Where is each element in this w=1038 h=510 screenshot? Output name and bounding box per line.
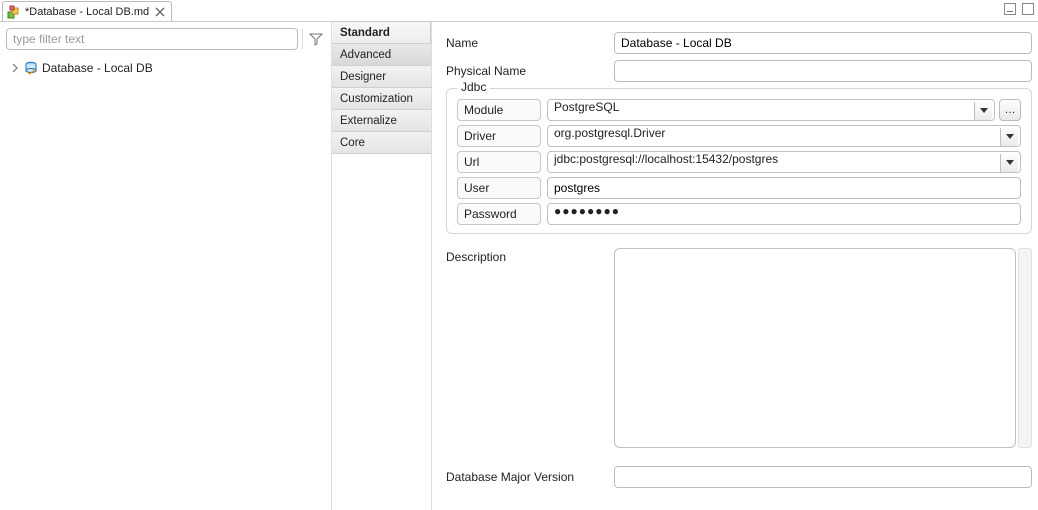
db-major-field[interactable] bbox=[614, 466, 1032, 488]
form-panel: Name Physical Name Jdbc Module PostgreSQ… bbox=[432, 22, 1038, 510]
database-file-icon bbox=[7, 5, 21, 19]
physical-name-field[interactable] bbox=[614, 60, 1032, 82]
password-value: ●●●●●●●● bbox=[554, 204, 620, 218]
minimize-icon[interactable] bbox=[1004, 3, 1016, 15]
db-major-label: Database Major Version bbox=[446, 470, 614, 484]
description-field[interactable] bbox=[614, 248, 1016, 448]
name-field[interactable] bbox=[614, 32, 1032, 54]
description-label: Description bbox=[446, 248, 614, 264]
module-value: PostgreSQL bbox=[554, 100, 619, 114]
driver-value: org.postgresql.Driver bbox=[554, 126, 665, 140]
jdbc-group: Jdbc Module PostgreSQL … Driver bbox=[446, 88, 1032, 234]
editor-tab[interactable]: *Database - Local DB.md bbox=[2, 1, 172, 21]
editor-tabbar: *Database - Local DB.md bbox=[0, 0, 1038, 22]
prop-tab-advanced[interactable]: Advanced bbox=[332, 44, 431, 66]
physical-name-label: Physical Name bbox=[446, 64, 614, 78]
user-label: User bbox=[457, 177, 541, 199]
tree-panel: Database - Local DB bbox=[0, 22, 332, 510]
driver-combo[interactable]: org.postgresql.Driver bbox=[547, 125, 1021, 147]
window-controls bbox=[1004, 3, 1034, 15]
close-tab-icon[interactable] bbox=[155, 7, 165, 17]
tree-root-item[interactable]: Database - Local DB bbox=[6, 58, 331, 78]
tree-root-label: Database - Local DB bbox=[42, 61, 153, 75]
driver-label: Driver bbox=[457, 125, 541, 147]
password-field[interactable]: ●●●●●●●● bbox=[547, 203, 1021, 225]
filter-icon[interactable] bbox=[307, 30, 325, 48]
chevron-down-icon[interactable] bbox=[974, 102, 992, 120]
name-label: Name bbox=[446, 36, 614, 50]
chevron-down-icon[interactable] bbox=[1000, 154, 1018, 172]
url-value: jdbc:postgresql://localhost:15432/postgr… bbox=[554, 152, 778, 166]
password-label: Password bbox=[457, 203, 541, 225]
prop-tab-designer[interactable]: Designer bbox=[332, 66, 431, 88]
filter-input[interactable] bbox=[6, 28, 298, 50]
separator bbox=[302, 29, 303, 49]
url-combo[interactable]: jdbc:postgresql://localhost:15432/postgr… bbox=[547, 151, 1021, 173]
description-scrollbar[interactable] bbox=[1018, 248, 1032, 448]
database-icon bbox=[24, 61, 38, 75]
module-label: Module bbox=[457, 99, 541, 121]
chevron-right-icon[interactable] bbox=[10, 63, 20, 73]
module-combo[interactable]: PostgreSQL bbox=[547, 99, 995, 121]
maximize-icon[interactable] bbox=[1022, 3, 1034, 15]
user-field[interactable] bbox=[547, 177, 1021, 199]
prop-header[interactable]: Standard bbox=[332, 22, 431, 44]
property-tabs: Standard Advanced Designer Customization… bbox=[332, 22, 432, 510]
browse-module-button[interactable]: … bbox=[999, 99, 1021, 121]
chevron-down-icon[interactable] bbox=[1000, 128, 1018, 146]
editor-tab-title: *Database - Local DB.md bbox=[25, 6, 149, 18]
jdbc-group-label: Jdbc bbox=[457, 80, 490, 94]
prop-tab-core[interactable]: Core bbox=[332, 132, 431, 154]
url-label: Url bbox=[457, 151, 541, 173]
tree: Database - Local DB bbox=[0, 54, 331, 78]
prop-tab-externalize[interactable]: Externalize bbox=[332, 110, 431, 132]
prop-tab-customization[interactable]: Customization bbox=[332, 88, 431, 110]
